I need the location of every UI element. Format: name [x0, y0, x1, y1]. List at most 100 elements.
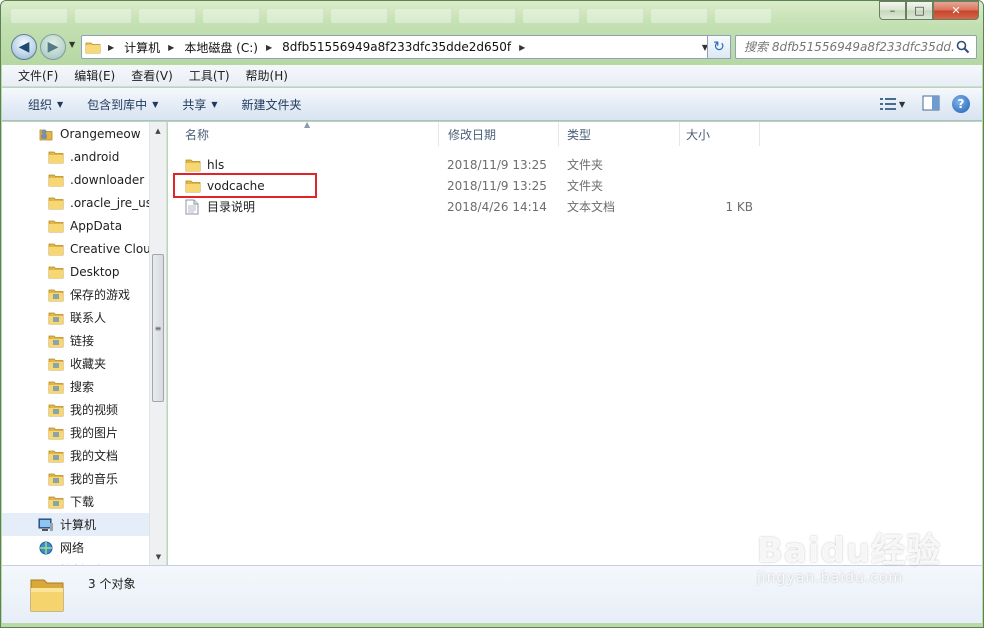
nav-item-label: 保存的游戏	[70, 288, 131, 302]
nav-item-13[interactable]: 我的图片	[2, 421, 150, 444]
organize-button[interactable]: 组织 ▼	[16, 96, 75, 113]
nav-item-10[interactable]: 收藏夹	[2, 352, 150, 375]
links-icon	[48, 333, 64, 349]
nav-item-17[interactable]: 计算机	[2, 513, 150, 536]
folder-icon	[185, 157, 201, 173]
column-header-name[interactable]: ▲ 名称	[168, 120, 439, 146]
breadcrumb-current-folder[interactable]: 8dfb51556949a8f233dfc35dde2d650f	[278, 36, 515, 58]
table-row[interactable]: hls 2018/11/9 13:25 文件夹	[168, 154, 768, 175]
baidu-watermark: Baidu经验 jingyan.baidu.com	[757, 523, 941, 586]
nav-item-label: .android	[70, 149, 120, 164]
folder-icon	[48, 195, 64, 211]
nav-item-0[interactable]: Orangemeow	[2, 122, 150, 145]
change-view-button[interactable]: ▼	[880, 94, 910, 114]
watermark-url: jingyan.baidu.com	[757, 570, 904, 586]
table-row[interactable]: 目录说明 2018/4/26 14:14 文本文档 1 KB	[168, 196, 768, 217]
column-header-date[interactable]: 修改日期	[439, 122, 559, 146]
column-header-size[interactable]: 大小	[680, 122, 760, 146]
chevron-down-icon: ▼	[57, 99, 64, 109]
nav-item-14[interactable]: 我的文档	[2, 444, 150, 467]
back-button[interactable]: ◀	[11, 34, 37, 60]
folder-icon	[48, 264, 64, 280]
menu-tools[interactable]: 工具(T)	[181, 65, 238, 86]
include-in-library-label: 包含到库中	[87, 97, 148, 112]
nav-item-label: .oracle_jre_usa	[70, 195, 150, 210]
nav-item-11[interactable]: 搜索	[2, 375, 150, 398]
breadcrumb-computer[interactable]: 计算机	[120, 36, 164, 58]
music-icon	[48, 471, 64, 487]
organize-label: 组织	[28, 97, 53, 112]
column-header-date-label: 修改日期	[448, 127, 497, 142]
file-date: 2018/11/9 13:25	[447, 178, 547, 193]
recent-pages-dropdown[interactable]: ▼	[69, 40, 75, 49]
nav-item-12[interactable]: 我的视频	[2, 398, 150, 421]
file-type: 文本文档	[567, 200, 616, 214]
breadcrumb-chevron-icon[interactable]: ▶	[262, 43, 278, 52]
forward-button[interactable]: ▶	[40, 34, 66, 60]
menu-view[interactable]: 查看(V)	[123, 65, 181, 86]
column-header-type[interactable]: 类型	[559, 122, 680, 146]
chevron-down-icon: ▼	[152, 99, 159, 109]
chevron-down-icon: ▼	[211, 99, 218, 109]
videos-icon	[48, 402, 64, 418]
share-button[interactable]: 共享 ▼	[170, 96, 229, 113]
include-in-library-button[interactable]: 包含到库中 ▼	[75, 96, 170, 113]
nav-item-7[interactable]: 保存的游戏	[2, 283, 150, 306]
refresh-icon: ↻	[713, 39, 725, 55]
navigation-pane: Orangemeow .android .downloader .oracle_jre…	[2, 122, 167, 565]
breadcrumb-chevron-icon[interactable]: ▶	[104, 43, 120, 52]
contacts-icon	[48, 310, 64, 326]
breadcrumb-local-disk[interactable]: 本地磁盘 (C:)	[180, 36, 262, 58]
menu-file[interactable]: 文件(F)	[10, 65, 66, 86]
nav-item-8[interactable]: 联系人	[2, 306, 150, 329]
nav-item-5[interactable]: Creative Cloud	[2, 237, 150, 260]
preview-pane-button[interactable]	[922, 95, 940, 114]
scroll-down-button[interactable]: ▼	[150, 548, 166, 565]
new-folder-button[interactable]: 新建文件夹	[230, 96, 314, 113]
nav-item-18[interactable]: 网络	[2, 536, 150, 559]
annotation-highlight-box	[173, 173, 317, 198]
nav-item-9[interactable]: 链接	[2, 329, 150, 352]
new-folder-label: 新建文件夹	[241, 97, 302, 112]
nav-item-1[interactable]: .android	[2, 145, 150, 168]
menu-help[interactable]: 帮助(H)	[238, 65, 296, 86]
scrollbar-thumb[interactable]: ≡	[152, 254, 164, 402]
search-input[interactable]	[744, 40, 954, 54]
explorer-window: – □ ✕ ◀ ▶ ▼ ▶ 计算机 ▶ 本地磁盘 (C:) ▶ 8dfb5155…	[0, 0, 984, 628]
breadcrumb-chevron-icon[interactable]: ▶	[515, 43, 531, 52]
nav-item-3[interactable]: .oracle_jre_usa	[2, 191, 150, 214]
nav-item-label: 我的文档	[70, 449, 119, 463]
close-button[interactable]: ✕	[933, 1, 979, 20]
nav-item-15[interactable]: 我的音乐	[2, 467, 150, 490]
nav-item-label: 联系人	[70, 311, 107, 325]
nav-item-4[interactable]: AppData	[2, 214, 150, 237]
menu-edit[interactable]: 编辑(E)	[66, 65, 123, 86]
folder-icon	[48, 218, 64, 234]
nav-item-label: 下载	[70, 495, 95, 509]
address-folder-icon	[82, 40, 104, 54]
file-name-label: 目录说明	[207, 200, 256, 214]
minimize-button[interactable]: –	[879, 1, 906, 20]
nav-item-label: 搜索	[70, 380, 95, 394]
scroll-up-button[interactable]: ▲	[150, 122, 166, 139]
nav-item-6[interactable]: Desktop	[2, 260, 150, 283]
nav-item-16[interactable]: 下载	[2, 490, 150, 513]
nav-item-label: 我的视频	[70, 403, 119, 417]
file-list: ▲ 名称 修改日期 类型 大小 hls 2018/11/9 13:25 文件夹	[168, 120, 982, 565]
search-icon[interactable]	[956, 40, 970, 57]
folder-icon	[48, 241, 64, 257]
item-count: 3 个对象	[88, 577, 136, 591]
breadcrumb-chevron-icon[interactable]: ▶	[164, 43, 180, 52]
folder-icon	[48, 172, 64, 188]
nav-item-2[interactable]: .downloader	[2, 168, 150, 191]
search-box[interactable]	[735, 35, 977, 59]
nav-item-label: Creative Cloud	[70, 241, 150, 256]
maximize-button[interactable]: □	[906, 1, 933, 20]
navigation-pane-scrollbar[interactable]: ▲ ≡ ▼	[149, 122, 166, 565]
refresh-button[interactable]: ↻	[707, 35, 731, 59]
file-size: 1 KB	[725, 199, 753, 214]
nav-item-label: Orangemeow	[60, 126, 141, 141]
help-icon[interactable]: ?	[952, 95, 970, 113]
address-bar[interactable]: ▶ 计算机 ▶ 本地磁盘 (C:) ▶ 8dfb51556949a8f233df…	[81, 35, 713, 59]
navigation-row: ◀ ▶ ▼ ▶ 计算机 ▶ 本地磁盘 (C:) ▶ 8dfb51556949a8…	[11, 32, 977, 60]
